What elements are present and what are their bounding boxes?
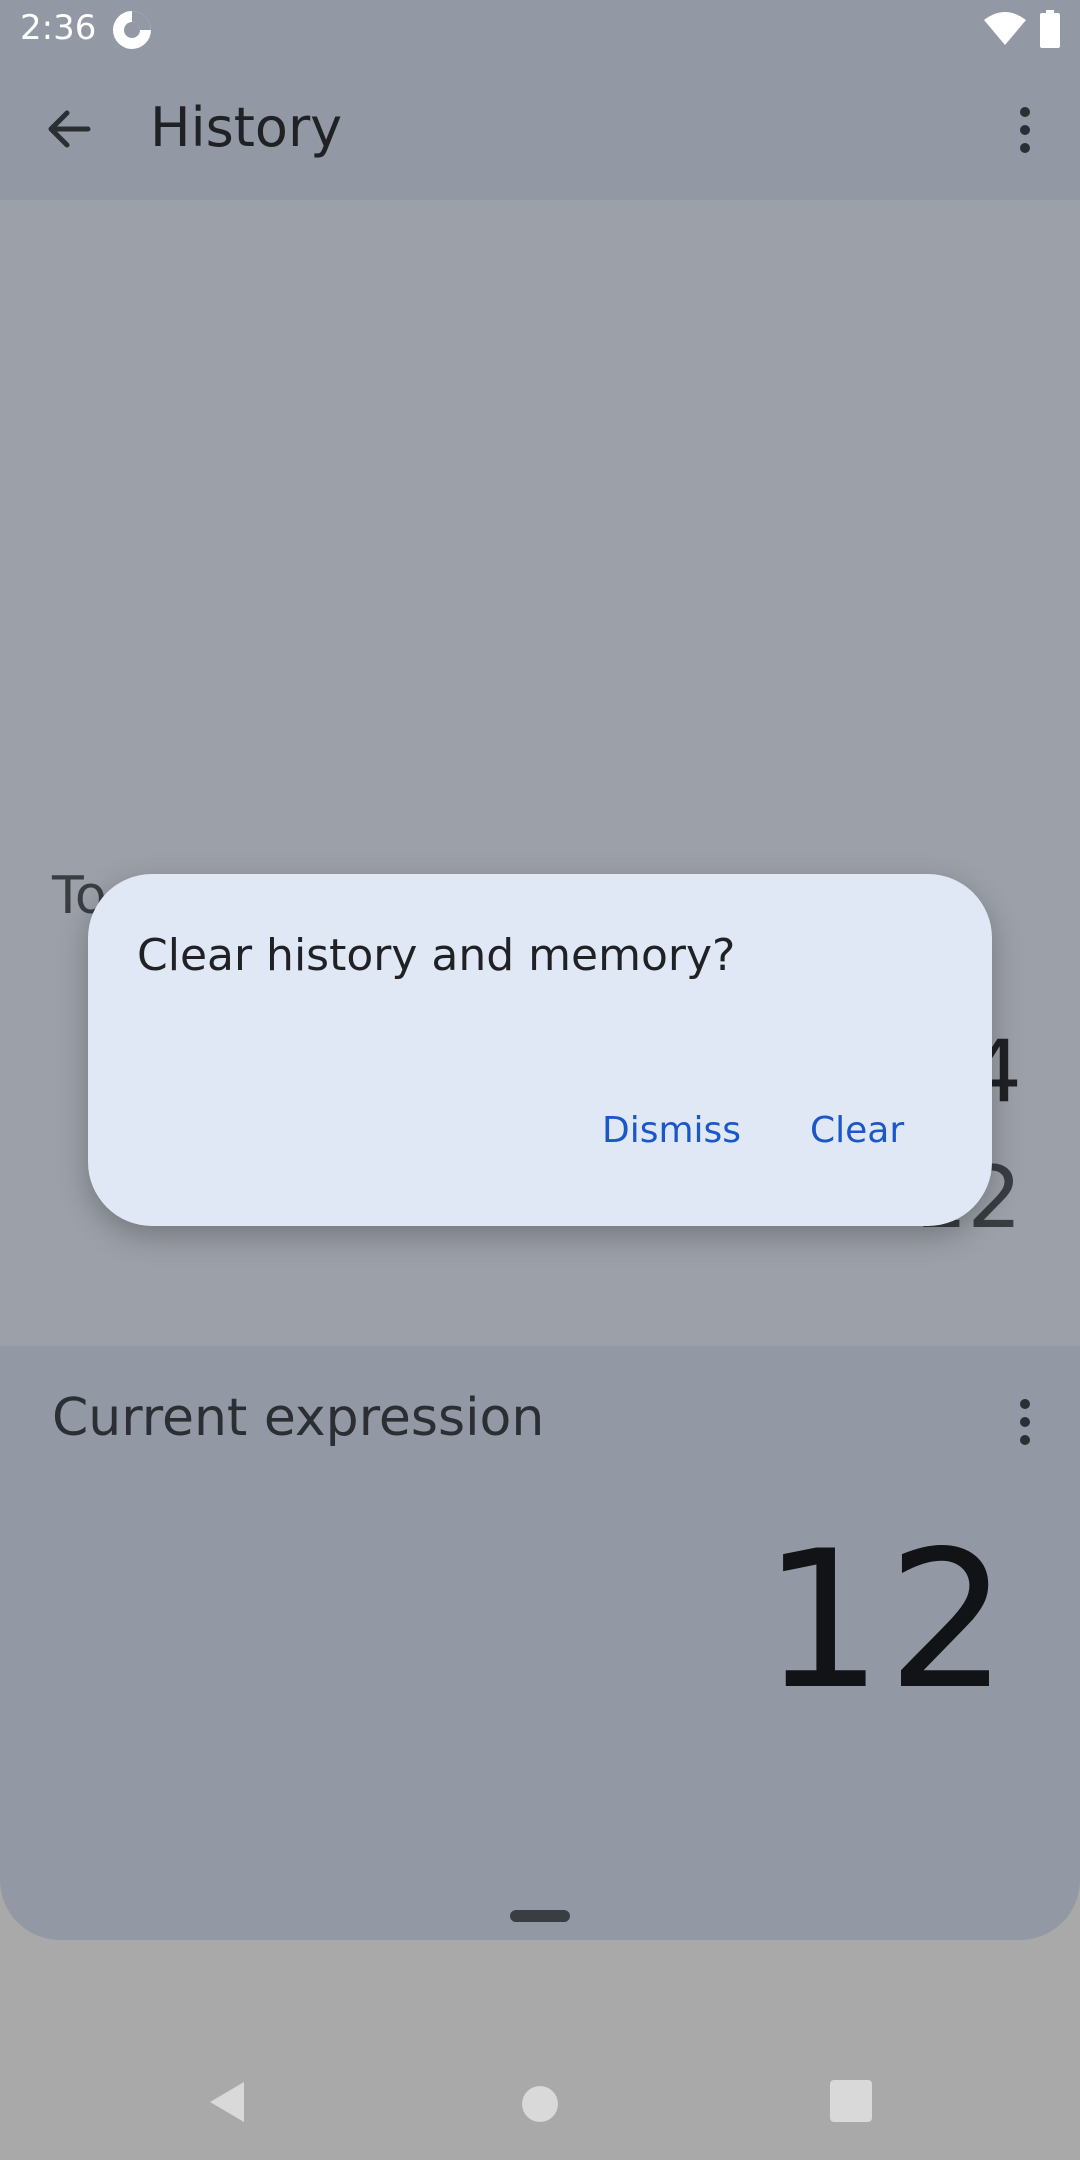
dismiss-button[interactable]: Dismiss	[590, 1104, 753, 1157]
more-vert-icon[interactable]	[1000, 1392, 1050, 1452]
page-title: History	[150, 96, 343, 159]
battery-icon	[1040, 10, 1060, 48]
app-logo-icon	[113, 11, 151, 49]
status-bar	[0, 0, 1080, 60]
more-vert-icon[interactable]	[1000, 100, 1050, 160]
nav-home-icon[interactable]	[516, 2080, 564, 2128]
clear-history-dialog	[88, 874, 992, 1226]
back-arrow-icon[interactable]	[40, 100, 98, 158]
nav-recents-icon[interactable]	[830, 2080, 872, 2122]
clear-button[interactable]: Clear	[798, 1104, 916, 1157]
nav-back-icon[interactable]	[204, 2078, 252, 2126]
wifi-icon	[984, 12, 1026, 45]
dialog-title: Clear history and memory?	[137, 930, 736, 981]
current-expression-label: Current expression	[52, 1388, 545, 1448]
status-time: 2:36	[20, 8, 97, 48]
drag-handle[interactable]	[510, 1910, 570, 1922]
current-expression-value[interactable]: 12	[762, 1510, 1012, 1731]
